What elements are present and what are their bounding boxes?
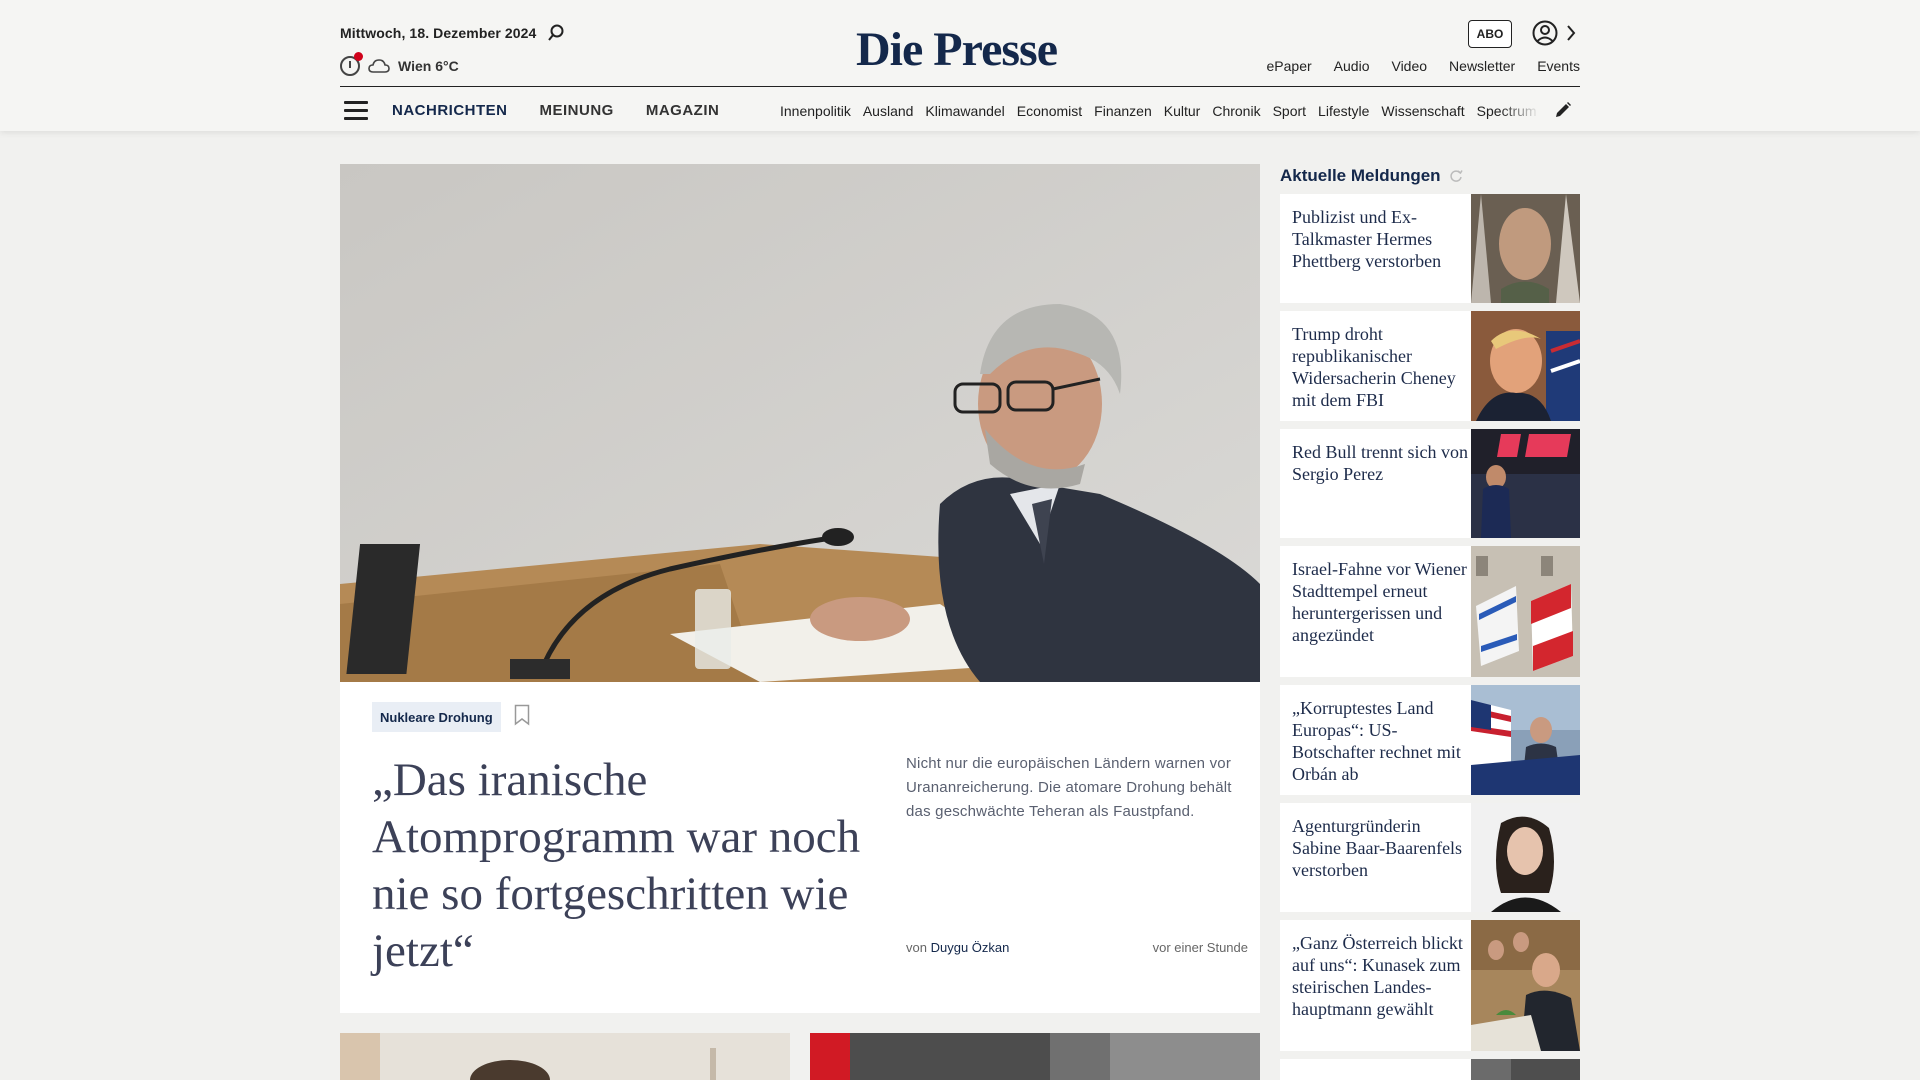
subnav-fade xyxy=(1500,97,1540,125)
main-navigation: NACHRICHTEN MEINUNG MAGAZIN Innenpolitik… xyxy=(340,86,1580,131)
site-header: Mittwoch, 18. Dezember 2024 Wien 6°C Die… xyxy=(0,0,1920,131)
news-item[interactable]: Israel-Fahne vor Wiener Stadttempel erne… xyxy=(1280,546,1580,677)
news-title[interactable]: Trump droht republikanischer Widersacher… xyxy=(1292,323,1470,411)
pencil-icon[interactable] xyxy=(1554,101,1572,119)
sidebar-title: Aktuelle Meldungen xyxy=(1280,164,1580,188)
subnav-ausland[interactable]: Ausland xyxy=(863,103,914,119)
news-thumbnail[interactable] xyxy=(1471,429,1580,538)
current-date: Mittwoch, 18. Dezember 2024 xyxy=(340,25,537,41)
publish-time: vor einer Stunde xyxy=(1152,940,1248,955)
latest-news-sidebar: Aktuelle Meldungen Publizist und Ex-Talk… xyxy=(1280,164,1580,1080)
subnav-lifestyle[interactable]: Lifestyle xyxy=(1318,103,1369,119)
news-thumbnail[interactable] xyxy=(1471,685,1580,795)
article-card-image[interactable] xyxy=(810,1033,1260,1080)
hero-article[interactable]: Nukleare Drohung „Das iranische Atomprog… xyxy=(340,164,1260,1013)
nav-nachrichten[interactable]: NACHRICHTEN xyxy=(392,102,508,119)
top-link-events[interactable]: Events xyxy=(1537,58,1580,74)
news-title[interactable]: Israel-Fahne vor Wiener Stadttempel erne… xyxy=(1292,558,1470,646)
cloud-icon xyxy=(368,59,390,73)
weather-row: Wien 6°C xyxy=(340,52,459,76)
author-link[interactable]: Duygu Özkan xyxy=(931,940,1010,955)
subnav-finanzen[interactable]: Finanzen xyxy=(1094,103,1152,119)
nav-meinung[interactable]: MEINUNG xyxy=(540,102,614,119)
weather-label[interactable]: Wien 6°C xyxy=(398,58,459,74)
news-title[interactable]: „Korruptestes Land Europas“: US-Botschaf… xyxy=(1292,697,1470,785)
subnav-klimawandel[interactable]: Klimawandel xyxy=(925,103,1004,119)
news-item[interactable]: Agenturgründerin Sabine Baar-Baa­renfels… xyxy=(1280,803,1580,912)
subnav-wissenschaft[interactable]: Wissenschaft xyxy=(1381,103,1464,119)
hero-image[interactable] xyxy=(340,164,1260,682)
article-card-image[interactable] xyxy=(340,1033,790,1080)
news-item[interactable]: Red Bull trennt sich von Sergio Perez xyxy=(1280,429,1580,538)
hero-body: Nukleare Drohung „Das iranische Atomprog… xyxy=(340,682,1260,1013)
abo-button[interactable]: ABO xyxy=(1468,20,1512,48)
search-icon[interactable] xyxy=(546,23,566,43)
news-thumbnail[interactable] xyxy=(1471,311,1580,421)
news-title[interactable]: Red Bull trennt sich von Sergio Perez xyxy=(1292,441,1470,485)
hero-teaser: Nicht nur die europäischen Ländern warne… xyxy=(906,755,1232,820)
refresh-icon[interactable] xyxy=(1449,169,1463,183)
subnav-chronik[interactable]: Chronik xyxy=(1212,103,1260,119)
hero-headline[interactable]: „Das iranische Atomprogramm war noch nie… xyxy=(372,752,892,980)
topic-tag[interactable]: Nukleare Drohung xyxy=(372,702,501,732)
news-item[interactable]: „Korruptestes Land Europas“: US-Botschaf… xyxy=(1280,685,1580,795)
news-thumbnail[interactable] xyxy=(1471,546,1580,677)
news-title[interactable]: „Ganz Österreich blickt auf uns“: Kunase… xyxy=(1292,932,1470,1020)
news-item[interactable] xyxy=(1280,1059,1580,1080)
date-row: Mittwoch, 18. Dezember 2024 xyxy=(340,23,566,43)
sub-nav: Innenpolitik Ausland Klimawandel Economi… xyxy=(780,103,1550,119)
news-thumbnail[interactable] xyxy=(1471,920,1580,1051)
news-title[interactable]: Agenturgründerin Sabine Baar-Baa­renfels… xyxy=(1292,815,1470,881)
news-title[interactable]: Publizist und Ex-Talkmaster Hermes Phett… xyxy=(1292,206,1470,272)
top-link-video[interactable]: Video xyxy=(1391,58,1427,74)
bookmark-icon[interactable] xyxy=(514,704,530,726)
site-logo[interactable]: Die Presse xyxy=(856,22,1066,77)
user-account-icon[interactable] xyxy=(1532,20,1558,46)
news-thumbnail[interactable] xyxy=(1471,803,1580,912)
news-item[interactable]: Trump droht republikanischer Widersacher… xyxy=(1280,311,1580,421)
byline: von Duygu Özkan xyxy=(906,940,1009,955)
byline-prefix: von xyxy=(906,940,927,955)
subnav-kultur[interactable]: Kultur xyxy=(1164,103,1201,119)
top-link-newsletter[interactable]: Newsletter xyxy=(1449,58,1515,74)
news-thumbnail[interactable] xyxy=(1471,1059,1580,1080)
top-link-audio[interactable]: Audio xyxy=(1334,58,1370,74)
clock-icon[interactable] xyxy=(340,52,363,76)
subnav-sport[interactable]: Sport xyxy=(1273,103,1306,119)
news-item[interactable]: „Ganz Österreich blickt auf uns“: Kunase… xyxy=(1280,920,1580,1051)
top-link-epaper[interactable]: ePaper xyxy=(1267,58,1312,74)
news-item[interactable]: Publizist und Ex-Talkmaster Hermes Phett… xyxy=(1280,194,1580,303)
chevron-right-icon[interactable] xyxy=(1565,23,1577,43)
main-nav: NACHRICHTEN MEINUNG MAGAZIN xyxy=(392,102,719,119)
news-thumbnail[interactable] xyxy=(1471,194,1580,303)
top-links: ePaper Audio Video Newsletter Events xyxy=(1267,58,1580,74)
nav-magazin[interactable]: MAGAZIN xyxy=(646,102,720,119)
menu-icon[interactable] xyxy=(344,101,368,120)
subnav-economist[interactable]: Economist xyxy=(1017,103,1082,119)
sidebar-title-label: Aktuelle Meldungen xyxy=(1280,166,1441,185)
subnav-innenpolitik[interactable]: Innenpolitik xyxy=(780,103,851,119)
notification-dot xyxy=(354,52,363,61)
